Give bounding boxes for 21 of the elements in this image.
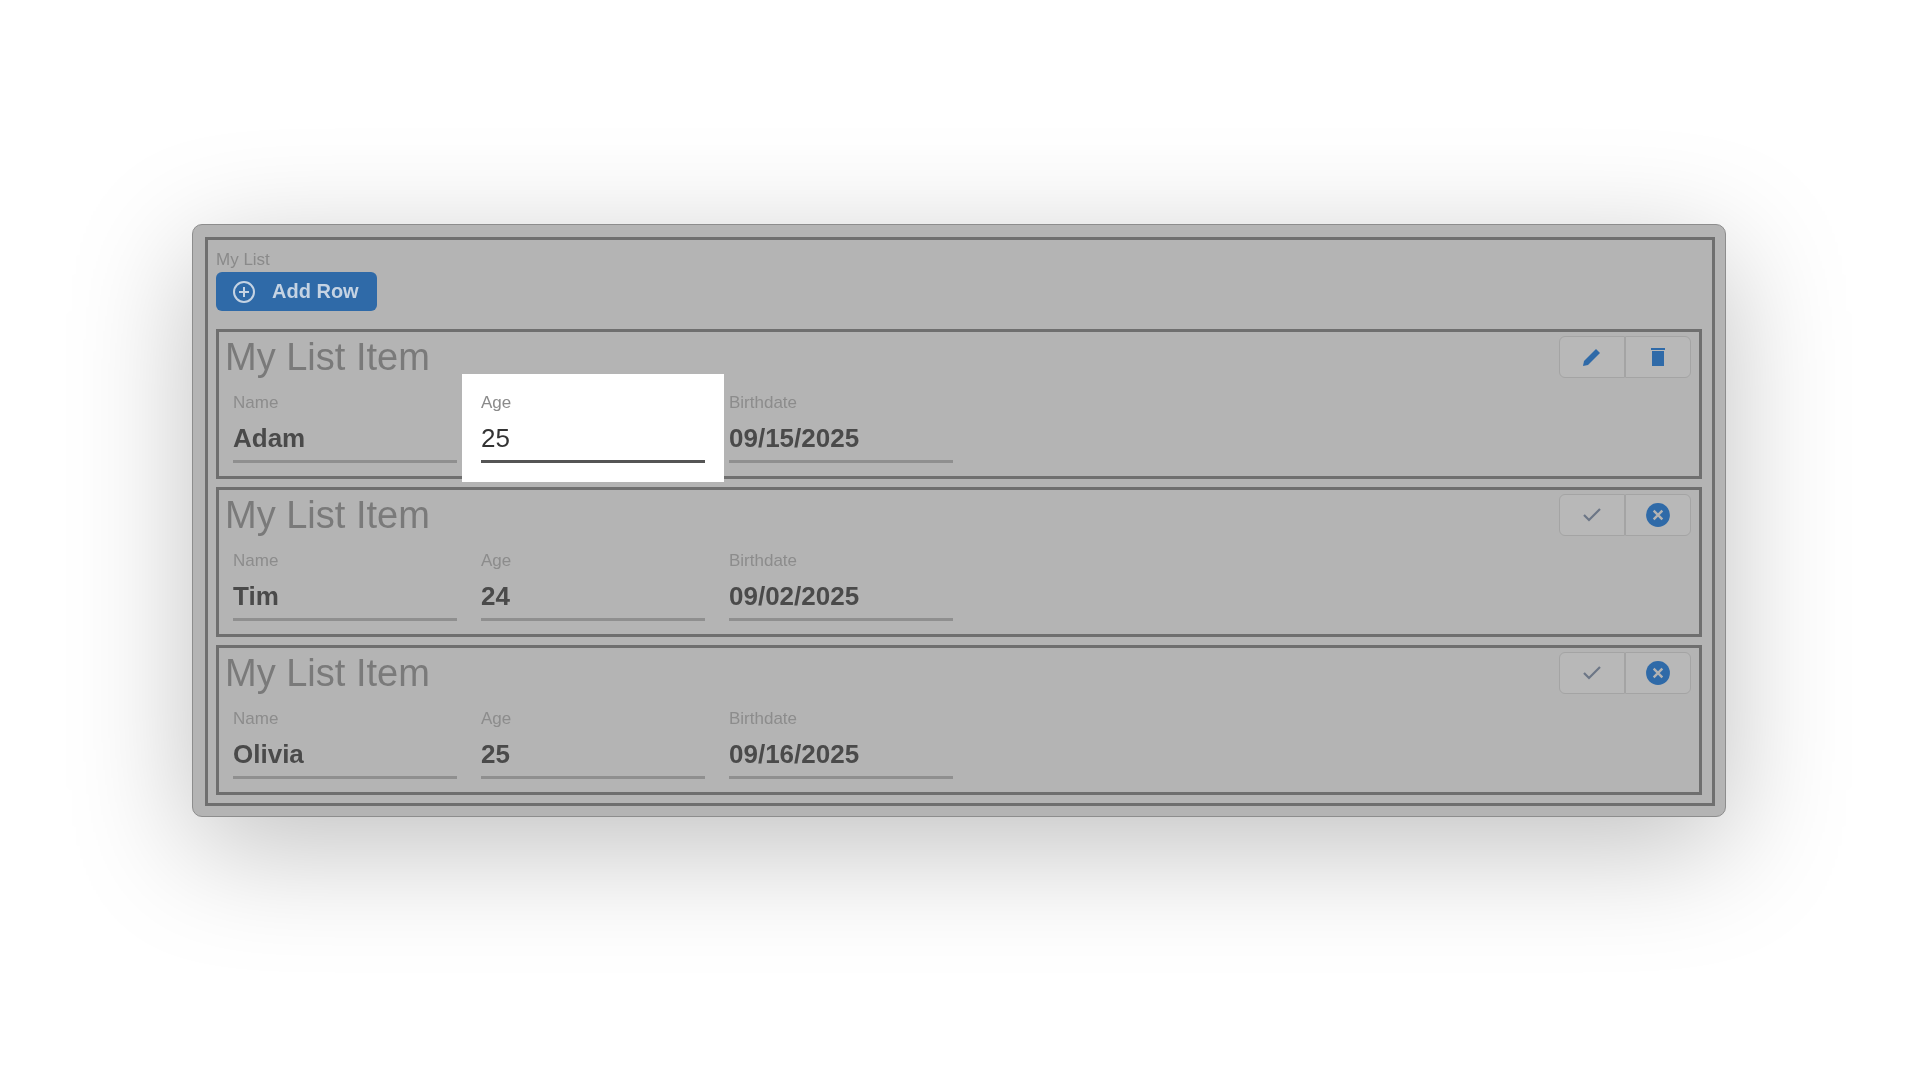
cancel-button[interactable] — [1625, 494, 1691, 536]
cancel-button[interactable] — [1625, 652, 1691, 694]
edit-button[interactable] — [1559, 336, 1625, 378]
field-value: 25 — [481, 739, 511, 770]
delete-button[interactable] — [1625, 336, 1691, 378]
add-row-button[interactable]: Add Row — [216, 272, 377, 311]
field-value: 24 — [481, 581, 511, 612]
field-value: 09/15/2025 — [729, 423, 861, 454]
field-value: Tim — [233, 581, 280, 612]
field-value: 09/16/2025 — [729, 739, 861, 770]
item-title: My List Item — [225, 652, 430, 695]
plus-circle-icon — [232, 279, 256, 304]
field-label: Age — [481, 393, 513, 413]
field-value: Adam — [233, 423, 307, 454]
item-title: My List Item — [225, 336, 430, 379]
field-value: 25 — [481, 423, 511, 454]
field-value: Olivia — [233, 739, 305, 770]
item-title: My List Item — [225, 494, 430, 537]
cancel-icon — [1645, 660, 1671, 686]
field-value: 09/02/2025 — [729, 581, 861, 612]
cancel-icon — [1645, 502, 1671, 528]
